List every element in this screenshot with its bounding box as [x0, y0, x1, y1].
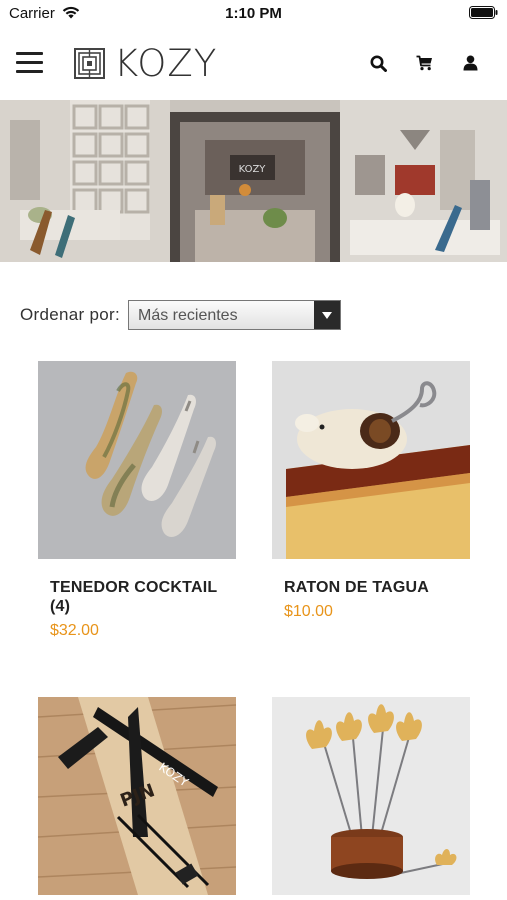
- store-banner-image: KOZY: [0, 100, 507, 262]
- account-button[interactable]: [447, 52, 493, 74]
- app-header: KOZY: [0, 30, 507, 100]
- product-price: $32.00: [50, 622, 99, 639]
- search-icon: [370, 55, 387, 72]
- status-time: 1:10 PM: [225, 5, 282, 22]
- search-button[interactable]: [355, 52, 401, 74]
- product-image-skewers[interactable]: KOZY PJN: [38, 697, 236, 895]
- sort-bar: Ordenar por: Más recientes: [20, 300, 341, 330]
- product-name[interactable]: TENEDOR COCKTAIL (4): [50, 578, 236, 616]
- menu-icon: [16, 52, 43, 55]
- menu-button[interactable]: [16, 52, 43, 74]
- cart-icon: [416, 55, 432, 71]
- product-image-fleur-picks[interactable]: [272, 697, 470, 895]
- product-image-tenedor[interactable]: [38, 361, 236, 559]
- product-price: $10.00: [284, 603, 333, 620]
- logo-icon: [74, 47, 105, 79]
- user-icon: [463, 55, 477, 71]
- status-bar: Carrier 1:10 PM: [0, 0, 507, 30]
- cart-button[interactable]: [401, 52, 447, 74]
- sort-selected-value: Más recientes: [137, 307, 238, 324]
- brand-logo[interactable]: KOZY: [74, 44, 217, 82]
- svg-text:KOZY: KOZY: [239, 164, 267, 175]
- dropdown-toggle[interactable]: [313, 301, 340, 329]
- sort-dropdown[interactable]: Más recientes: [127, 300, 341, 330]
- product-image-raton[interactable]: [272, 361, 470, 559]
- product-card[interactable]: KOZY PJN: [38, 697, 236, 900]
- product-card[interactable]: [272, 697, 470, 900]
- chevron-down-icon: [321, 311, 332, 319]
- product-card[interactable]: RATON DE TAGUA $10.00: [272, 361, 470, 621]
- product-name[interactable]: RATON DE TAGUA: [284, 578, 470, 597]
- brand-name: KOZY: [114, 41, 218, 85]
- sort-label: Ordenar por:: [20, 305, 120, 324]
- product-card[interactable]: TENEDOR COCKTAIL (4) $32.00: [38, 361, 236, 640]
- battery-icon: [469, 6, 498, 19]
